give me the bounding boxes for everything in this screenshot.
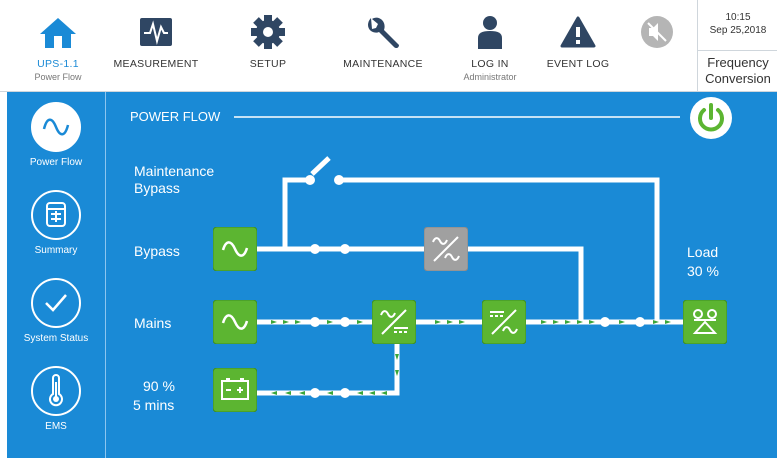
- power-flow-diagram: POWER FLOW Maintenance Bypass Bypass Mai…: [105, 92, 777, 458]
- sidebar-item-power-flow[interactable]: Power Flow: [7, 92, 105, 180]
- sidebar: Power Flow Summary System Status EMS: [7, 92, 106, 458]
- mains-label: Mains: [134, 315, 172, 331]
- event-log-tab[interactable]: EVENT LOG: [538, 0, 618, 91]
- sidebar-item-label: EMS: [45, 421, 67, 432]
- load-block[interactable]: [683, 300, 727, 344]
- load-value: 30 %: [687, 263, 719, 279]
- sidebar-item-label: Power Flow: [29, 157, 83, 168]
- event-log-tab-label: EVENT LOG: [546, 58, 610, 70]
- user-icon: [478, 16, 502, 49]
- static-bypass-switch-block[interactable]: [424, 227, 468, 271]
- wrench-icon: [368, 17, 399, 49]
- setup-tab-label: SETUP: [249, 58, 287, 70]
- mode-line-1: Frequency: [707, 55, 769, 70]
- rectifier-block[interactable]: [372, 300, 416, 344]
- top-navigation-bar: UPS-1.1 Power Flow MEASUREMENT SETUP MAI…: [0, 0, 777, 92]
- home-icon: [40, 18, 76, 48]
- login-tab[interactable]: LOG IN Administrator: [450, 0, 530, 91]
- battery-capacity: 90 %: [143, 378, 175, 394]
- sidebar-item-ems[interactable]: EMS: [7, 356, 105, 444]
- power-button[interactable]: [690, 97, 732, 139]
- maintenance-tab[interactable]: MAINTENANCE: [333, 0, 433, 91]
- mode-line-2: Conversion: [705, 71, 771, 86]
- login-tab-label: LOG IN: [471, 58, 509, 70]
- maintenance-bypass-label-line2: Bypass: [134, 180, 180, 196]
- measurement-icon: [140, 18, 172, 46]
- bypass-label: Bypass: [134, 243, 180, 259]
- clock-time: 10:15: [725, 12, 751, 23]
- maintenance-tab-label: MAINTENANCE: [343, 58, 423, 70]
- operating-mode: Frequency Conversion: [697, 51, 777, 91]
- inverter-block[interactable]: [482, 300, 526, 344]
- summary-icon: [31, 190, 81, 240]
- main-content: Power Flow Summary System Status EMS POW…: [7, 92, 777, 458]
- clock-display: 10:15 Sep 25,2018: [697, 0, 777, 51]
- sidebar-item-summary[interactable]: Summary: [7, 180, 105, 268]
- battery-block[interactable]: [213, 368, 257, 412]
- power-icon: [698, 103, 724, 132]
- ups-home-tab[interactable]: UPS-1.1 Power Flow: [20, 0, 96, 91]
- mute-icon: [641, 16, 673, 48]
- mute-button[interactable]: [632, 0, 682, 91]
- bypass-source-block[interactable]: [213, 227, 257, 271]
- sidebar-item-label: System Status: [23, 333, 89, 344]
- clock-date: Sep 25,2018: [709, 25, 767, 36]
- measurement-tab[interactable]: MEASUREMENT: [106, 0, 206, 91]
- sidebar-item-system-status[interactable]: System Status: [7, 268, 105, 356]
- setup-tab[interactable]: SETUP: [228, 0, 308, 91]
- gear-icon: [251, 15, 285, 49]
- ups-tab-label: UPS-1.1: [37, 58, 79, 70]
- login-user-label: Administrator: [463, 72, 517, 82]
- load-label: Load: [687, 244, 719, 260]
- flow-lines: [234, 116, 683, 398]
- sine-wave-icon: [31, 102, 81, 152]
- mains-source-block[interactable]: [213, 300, 257, 344]
- thermometer-icon: [31, 366, 81, 416]
- sidebar-item-label: Summary: [34, 245, 78, 256]
- warning-icon: [560, 16, 596, 48]
- ups-tab-sublabel: Power Flow: [34, 72, 82, 82]
- measurement-tab-label: MEASUREMENT: [113, 58, 199, 70]
- battery-runtime: 5 mins: [133, 397, 175, 413]
- checkmark-icon: [31, 278, 81, 328]
- maintenance-bypass-label-line1: Maintenance: [134, 163, 215, 179]
